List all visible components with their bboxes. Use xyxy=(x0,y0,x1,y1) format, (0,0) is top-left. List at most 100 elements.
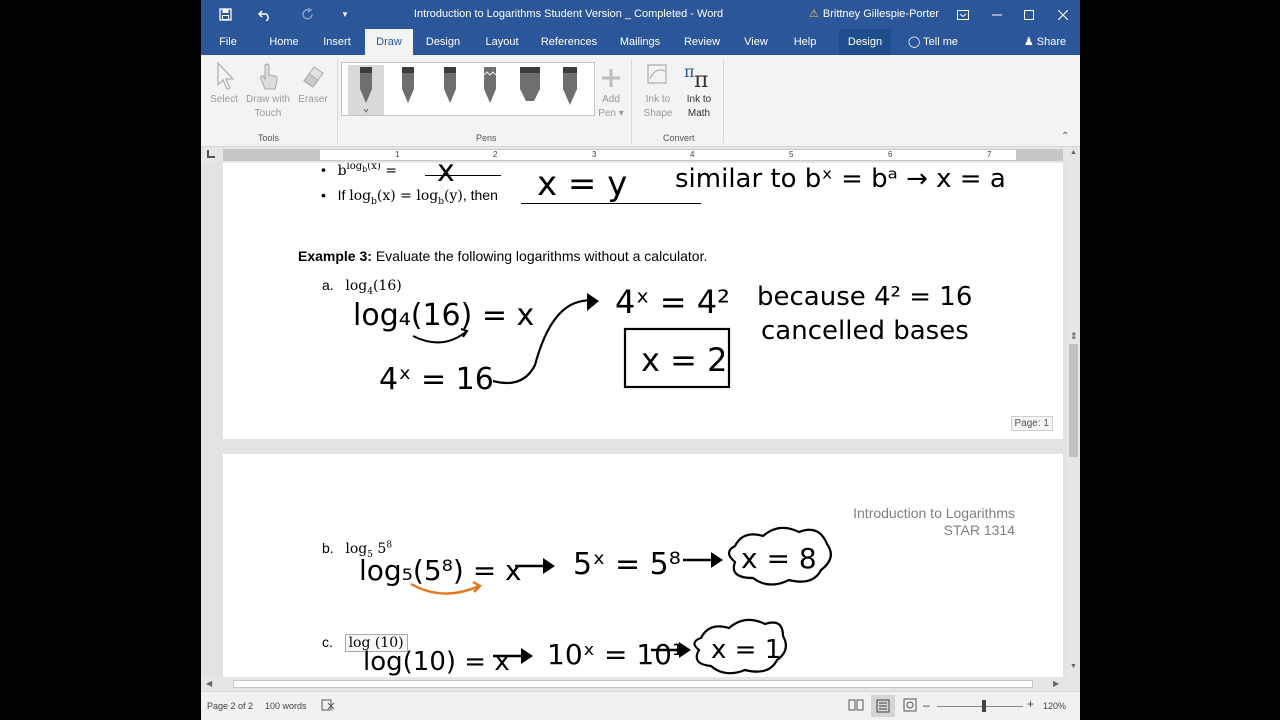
user-name: Brittney Gillespie-Porter xyxy=(822,7,940,20)
collapse-ribbon-icon[interactable]: ⌃ xyxy=(1061,131,1069,142)
word-count[interactable]: 100 words xyxy=(265,701,307,711)
ribbon-tabs: File Home Insert Draw Design Layout Refe… xyxy=(201,29,1080,55)
tab-help[interactable]: Help xyxy=(789,29,821,55)
ink-x-equals-y: x = y xyxy=(537,164,627,204)
lightbulb-icon: ◯ xyxy=(907,36,921,48)
share-button[interactable]: ♟ Share xyxy=(1019,29,1071,55)
ribbon-display-options-icon[interactable] xyxy=(946,0,980,29)
customize-toolbar-icon[interactable]: ▾ xyxy=(327,0,363,29)
ink-to-shape-button[interactable]: Ink to Shape xyxy=(639,61,677,121)
zoom-in-icon[interactable]: + xyxy=(1027,697,1034,711)
tell-me-search[interactable]: ◯ Tell me xyxy=(905,29,961,55)
ink-log-equation: log₄(16) = x xyxy=(353,298,534,333)
close-icon[interactable] xyxy=(1046,0,1080,29)
print-layout-icon[interactable] xyxy=(871,695,895,717)
ruler-number: 7 xyxy=(987,150,992,159)
tab-table-design[interactable]: Design xyxy=(839,29,891,55)
person-icon: ♟ xyxy=(1023,36,1034,48)
pen-icon[interactable] xyxy=(348,65,384,115)
status-bar: Page 2 of 2 100 words – + 120% xyxy=(201,691,1080,720)
select-button[interactable]: Select xyxy=(207,61,241,107)
tab-references[interactable]: References xyxy=(539,29,599,55)
pen-icon[interactable] xyxy=(432,65,468,115)
ruler-number: 6 xyxy=(888,150,893,159)
scroll-left-icon[interactable]: ◀ xyxy=(206,679,212,688)
horizontal-ruler[interactable]: 1 2 3 4 5 6 7 xyxy=(201,147,1080,163)
ink-layer: x x = y similar to bˣ = bᵃ → x = a log₄(… xyxy=(353,163,1006,397)
page-count[interactable]: Page 2 of 2 xyxy=(207,701,253,711)
scrollbar-thumb[interactable] xyxy=(1069,344,1078,457)
resize-handle-icon[interactable]: ⇕ xyxy=(1070,331,1078,342)
ink-layer: log₅(5⁸) = x 5ˣ = 5⁸ x = 8 log(10) = x 1… xyxy=(359,526,832,677)
minimize-icon[interactable] xyxy=(980,0,1014,29)
plus-icon xyxy=(602,69,620,87)
zoom-level[interactable]: 120% xyxy=(1043,701,1066,711)
vertical-scrollbar[interactable]: ▲ ⇕ ▼ xyxy=(1067,147,1080,677)
ink-similar-note: similar to bˣ = bᵃ → x = a xyxy=(675,164,1006,194)
eraser-button[interactable]: Eraser xyxy=(297,61,329,107)
proofing-icon[interactable] xyxy=(321,699,335,713)
highlighter-icon[interactable] xyxy=(552,65,588,115)
ink-equal-bases: 4ˣ = 4² xyxy=(615,283,730,321)
page-1[interactable]: • blogb(x) = • If logb(x) = logb(y), the… xyxy=(223,163,1063,439)
separator xyxy=(631,59,632,143)
warning-icon: ⚠ xyxy=(809,8,819,20)
maximize-icon[interactable] xyxy=(1012,0,1046,29)
ruler-number: 3 xyxy=(592,150,597,159)
pi-math-icon: ππ xyxy=(684,62,708,91)
horizontal-scrollbar[interactable]: ◀ ▶ xyxy=(201,677,1067,691)
touch-hand-icon xyxy=(260,63,278,90)
add-pen-button[interactable]: Add Pen ▾ xyxy=(597,61,625,121)
pen-icon[interactable] xyxy=(390,65,426,115)
ink-c-answer: x = 1 xyxy=(711,635,781,665)
ink-exponential-form: 4ˣ = 16 xyxy=(379,362,494,397)
scroll-right-icon[interactable]: ▶ xyxy=(1053,679,1059,688)
zoom-slider-knob[interactable] xyxy=(982,700,986,712)
tab-view[interactable]: View xyxy=(739,29,773,55)
pens-gallery xyxy=(341,62,595,116)
ink-cancelled-bases: cancelled bases xyxy=(761,316,969,346)
tab-draw[interactable]: Draw xyxy=(365,29,413,55)
cursor-icon xyxy=(217,61,235,90)
tab-design[interactable]: Design xyxy=(421,29,465,55)
ink-to-shape-icon xyxy=(647,64,667,84)
title-bar: ▾ Introduction to Logarithms Student Ver… xyxy=(201,0,1080,29)
separator xyxy=(723,59,724,143)
tools-group-label: Tools xyxy=(258,133,280,143)
highlighter-icon[interactable] xyxy=(512,65,548,115)
tab-selector-icon[interactable] xyxy=(207,150,215,158)
pencil-icon[interactable] xyxy=(472,65,508,115)
ink-to-math-button[interactable]: ππ Ink to Math xyxy=(679,61,719,121)
ink-b-bases: 5ˣ = 5⁸ xyxy=(573,547,681,582)
page-badge: Page: 1 xyxy=(1010,416,1053,431)
separator xyxy=(337,59,338,143)
draw-with-touch-button[interactable]: Draw with Touch xyxy=(243,61,293,121)
ruler-number: 4 xyxy=(690,150,695,159)
scrollbar-thumb[interactable] xyxy=(233,680,1033,688)
user-account[interactable]: ⚠ Brittney Gillespie-Porter xyxy=(809,7,940,21)
ink-b-answer: x = 8 xyxy=(741,542,817,575)
tab-home[interactable]: Home xyxy=(263,29,305,55)
tab-layout[interactable]: Layout xyxy=(481,29,523,55)
save-icon[interactable] xyxy=(207,0,243,29)
scroll-up-icon[interactable]: ▲ xyxy=(1070,149,1077,156)
page-2[interactable]: Introduction to Logarithms STAR 1314 b. … xyxy=(223,454,1063,677)
ink-c-equation: log(10) = x xyxy=(363,647,510,677)
zoom-slider[interactable] xyxy=(937,706,1023,707)
tab-file[interactable]: File xyxy=(211,29,245,55)
web-layout-icon[interactable] xyxy=(903,698,917,714)
tab-review[interactable]: Review xyxy=(681,29,723,55)
svg-text:π: π xyxy=(694,68,708,91)
undo-icon[interactable] xyxy=(247,0,283,29)
tab-insert[interactable]: Insert xyxy=(319,29,355,55)
ink-c-bases: 10ˣ = 10¹ xyxy=(547,638,683,671)
scroll-down-icon[interactable]: ▼ xyxy=(1070,663,1077,670)
tab-mailings[interactable]: Mailings xyxy=(615,29,665,55)
word-window: ▾ Introduction to Logarithms Student Ver… xyxy=(201,0,1080,720)
document-canvas[interactable]: • blogb(x) = • If logb(x) = logb(y), the… xyxy=(201,163,1067,677)
document-title: Introduction to Logarithms Student Versi… xyxy=(413,8,724,20)
ink-b-equation: log₅(5⁸) = x xyxy=(359,554,522,587)
redo-icon[interactable] xyxy=(289,0,325,29)
read-mode-icon[interactable] xyxy=(848,698,864,713)
zoom-out-icon[interactable]: – xyxy=(923,698,930,712)
